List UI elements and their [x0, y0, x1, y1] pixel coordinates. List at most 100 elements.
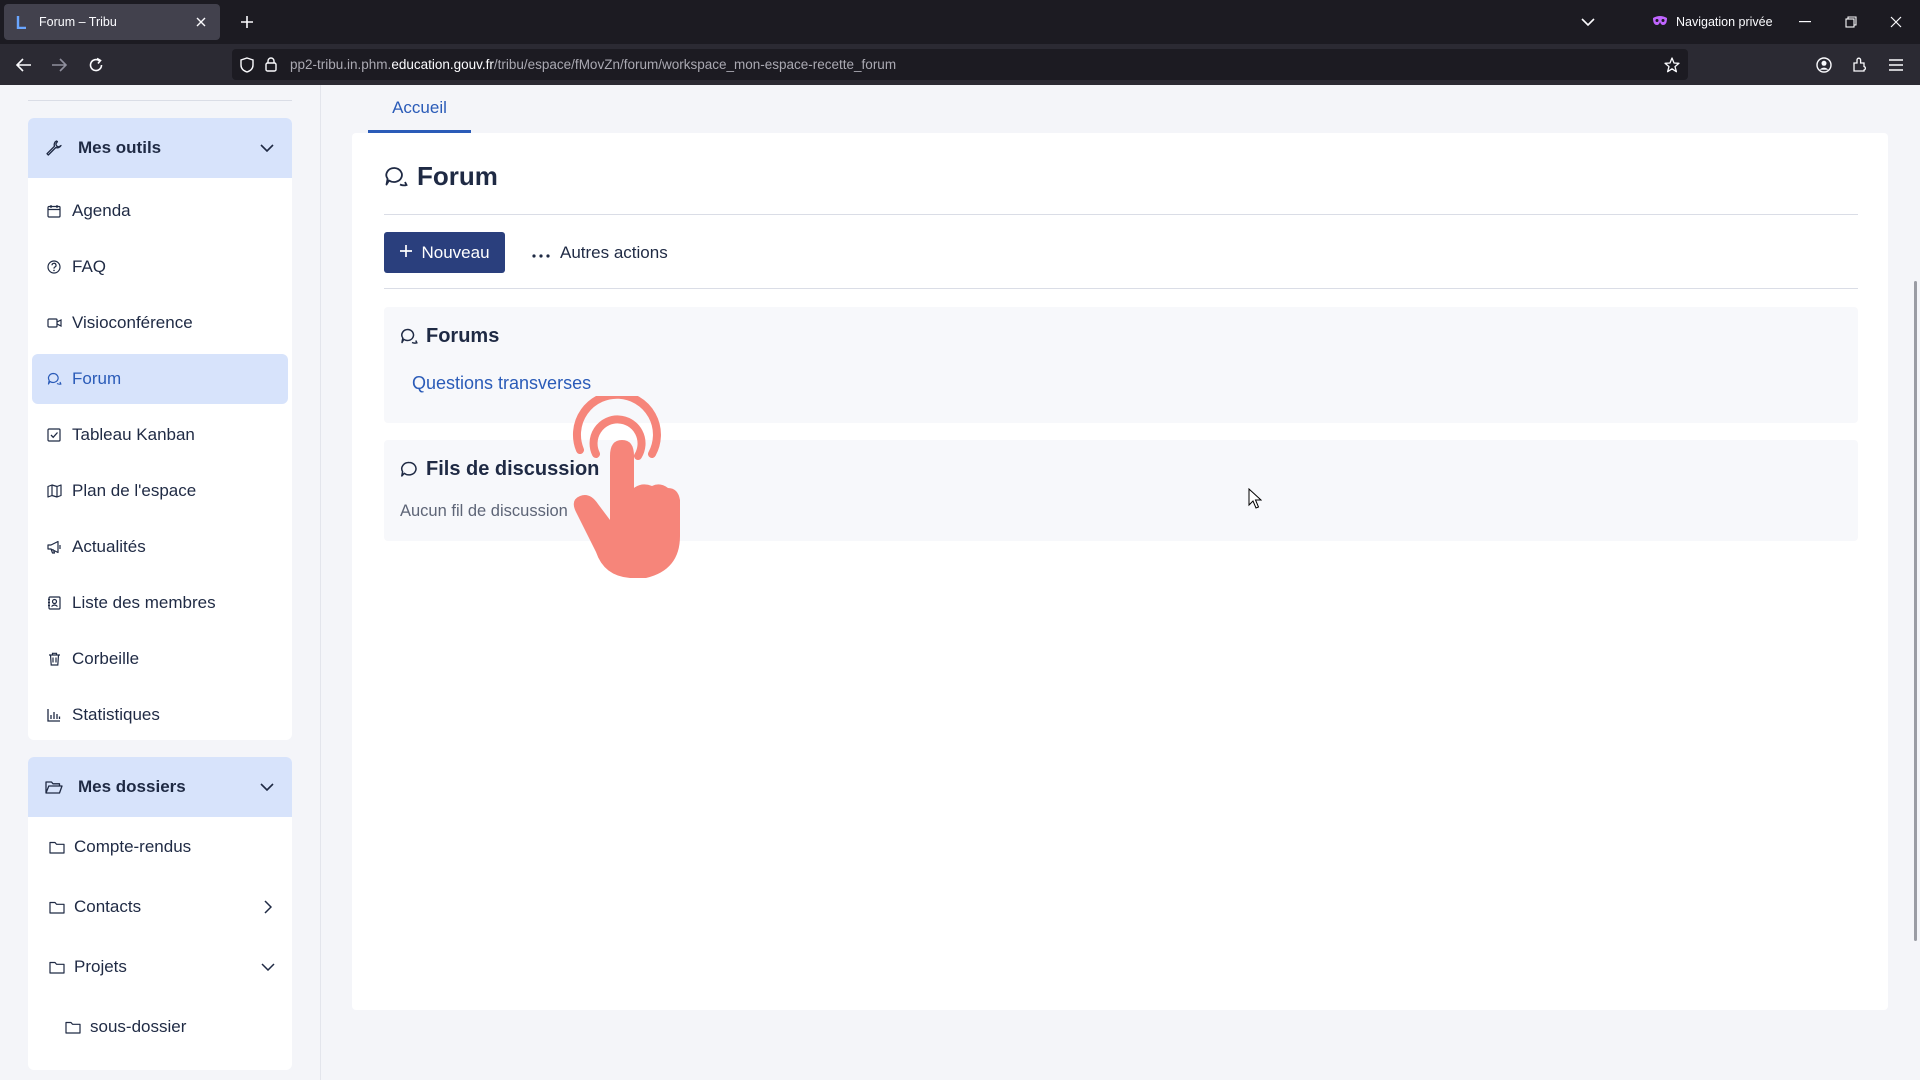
shield-icon[interactable]: [238, 56, 256, 74]
url-domain: education.gouv.fr: [391, 57, 494, 72]
chevron-down-icon[interactable]: [256, 137, 278, 159]
trash-icon: [46, 651, 62, 667]
wrench-icon: [44, 138, 64, 158]
sidebar-item-corbeille[interactable]: Corbeille: [32, 634, 288, 684]
folder-item-label: Contacts: [74, 897, 142, 916]
map-icon: [46, 483, 62, 499]
folder-item-projets[interactable]: Projets: [28, 937, 292, 997]
sidebar-item-label: Forum: [72, 369, 122, 388]
sidebar-item-label: Tableau Kanban: [72, 425, 195, 444]
actions-divider: [384, 288, 1858, 289]
tribu-favicon-icon: [14, 14, 30, 30]
private-mask-icon: [1652, 15, 1668, 30]
close-tab-icon[interactable]: [192, 13, 210, 31]
url-text[interactable]: pp2-tribu.in.phm.education.gouv.fr/tribu…: [290, 57, 896, 72]
url-prefix: pp2-tribu.in.phm.: [290, 57, 392, 72]
calendar-icon: [46, 203, 62, 219]
sidebar-item-label: Liste des membres: [72, 593, 216, 612]
extensions-icon[interactable]: [1849, 54, 1871, 76]
sidebar-item-agenda[interactable]: Agenda: [32, 186, 288, 236]
sidebar-divider: [28, 100, 292, 101]
sidebar-item-plan[interactable]: Plan de l'espace: [32, 466, 288, 516]
restore-icon[interactable]: [1841, 12, 1861, 32]
minimize-icon[interactable]: [1795, 12, 1815, 32]
private-browsing-indicator: Navigation privée: [1652, 12, 1773, 32]
back-arrow-icon[interactable]: [13, 54, 35, 76]
web-page: Mes outils Agenda FAQ Visioconférence Fo…: [0, 85, 1920, 1080]
megaphone-icon: [46, 539, 62, 555]
menu-hamburger-icon[interactable]: [1885, 54, 1907, 76]
sidebar-item-forum[interactable]: Forum: [32, 354, 288, 404]
page-title: Forum: [383, 161, 498, 192]
url-path: /tribu/espace/fMovZn/forum/workspace_mon…: [493, 57, 897, 72]
chevron-down-icon[interactable]: [256, 776, 278, 798]
sidebar-item-actualites[interactable]: Actualités: [32, 522, 288, 572]
checkbox-icon: [46, 427, 62, 443]
members-icon: [46, 595, 62, 611]
forum-icon: [383, 164, 409, 190]
tools-panel-title: Mes outils: [78, 138, 162, 157]
sidebar-item-membres[interactable]: Liste des membres: [32, 578, 288, 628]
sidebar-item-statistiques[interactable]: Statistiques: [32, 690, 288, 740]
tools-panel-header[interactable]: Mes outils: [28, 118, 292, 178]
new-button[interactable]: Nouveau: [384, 232, 505, 273]
forum-link-questions-transverses[interactable]: Questions transverses: [412, 373, 591, 394]
tab-accueil[interactable]: Accueil: [368, 85, 471, 133]
folder-icon: [64, 1018, 82, 1036]
threads-empty-text: Aucun fil de discussion: [400, 502, 568, 520]
browser-nav-bar: pp2-tribu.in.phm.education.gouv.fr/tribu…: [0, 44, 1920, 85]
reload-icon[interactable]: [85, 54, 107, 76]
chevron-right-icon[interactable]: [258, 897, 278, 917]
forward-arrow-icon[interactable]: [48, 54, 70, 76]
sidebar-item-label: FAQ: [72, 257, 107, 276]
browser-tab[interactable]: Forum – Tribu: [4, 4, 220, 40]
folder-item-label: Projets: [74, 957, 127, 976]
new-button-label: Nouveau: [421, 242, 490, 262]
sidebar: Mes outils Agenda FAQ Visioconférence Fo…: [0, 85, 321, 1080]
ellipsis-icon: [532, 243, 550, 263]
more-actions-button[interactable]: Autres actions: [532, 232, 668, 273]
sidebar-item-label: Agenda: [72, 201, 131, 220]
folder-item-compte-rendus[interactable]: Compte-rendus: [28, 817, 292, 877]
sidebar-item-label: Plan de l'espace: [72, 481, 197, 500]
close-window-icon[interactable]: [1886, 12, 1906, 32]
comment-icon: [400, 461, 418, 479]
folder-icon: [48, 838, 66, 856]
mouse-cursor-icon: [1248, 488, 1262, 509]
more-actions-label: Autres actions: [560, 242, 668, 262]
touch-hand-icon: [572, 396, 680, 578]
folder-icon: [48, 898, 66, 916]
folder-item-sous-dossier[interactable]: sous-dossier: [28, 997, 292, 1057]
folder-item-contacts[interactable]: Contacts: [28, 877, 292, 937]
bookmark-star-icon[interactable]: [1662, 55, 1682, 75]
stats-icon: [46, 707, 62, 723]
sidebar-item-kanban[interactable]: Tableau Kanban: [32, 410, 288, 460]
address-bar[interactable]: pp2-tribu.in.phm.education.gouv.fr/tribu…: [232, 49, 1688, 80]
new-tab-icon[interactable]: [236, 11, 258, 33]
sidebar-item-label: Visioconférence: [72, 313, 193, 332]
sidebar-item-visioconference[interactable]: Visioconférence: [32, 298, 288, 348]
folders-panel-title: Mes dossiers: [78, 777, 186, 796]
tools-panel: Mes outils Agenda FAQ Visioconférence Fo…: [28, 118, 292, 740]
sidebar-item-label: Statistiques: [72, 705, 160, 724]
folders-panel: Mes dossiers Compte-rendus Contacts Proj…: [28, 757, 292, 1070]
forums-section-title: Forums: [400, 325, 499, 348]
page-scrollbar[interactable]: [1914, 281, 1917, 941]
folder-open-icon: [44, 777, 64, 797]
plus-icon: [399, 243, 413, 263]
lock-icon[interactable]: [262, 56, 280, 74]
sidebar-item-faq[interactable]: FAQ: [32, 242, 288, 292]
page-title-text: Forum: [417, 161, 498, 191]
video-icon: [46, 315, 62, 331]
tab-list-chevron-icon[interactable]: [1578, 12, 1598, 32]
account-icon[interactable]: [1813, 54, 1835, 76]
folders-panel-header[interactable]: Mes dossiers: [28, 757, 292, 817]
chevron-down-icon[interactable]: [258, 957, 278, 977]
sidebar-item-label: Corbeille: [72, 649, 140, 668]
forums-section-label: Forums: [426, 325, 500, 347]
browser-tab-bar: Forum – Tribu Navigation privée: [0, 0, 1920, 44]
forum-icon: [46, 371, 62, 387]
folder-item-label: Compte-rendus: [74, 837, 192, 856]
private-browsing-label: Navigation privée: [1676, 15, 1773, 29]
question-circle-icon: [46, 259, 62, 275]
